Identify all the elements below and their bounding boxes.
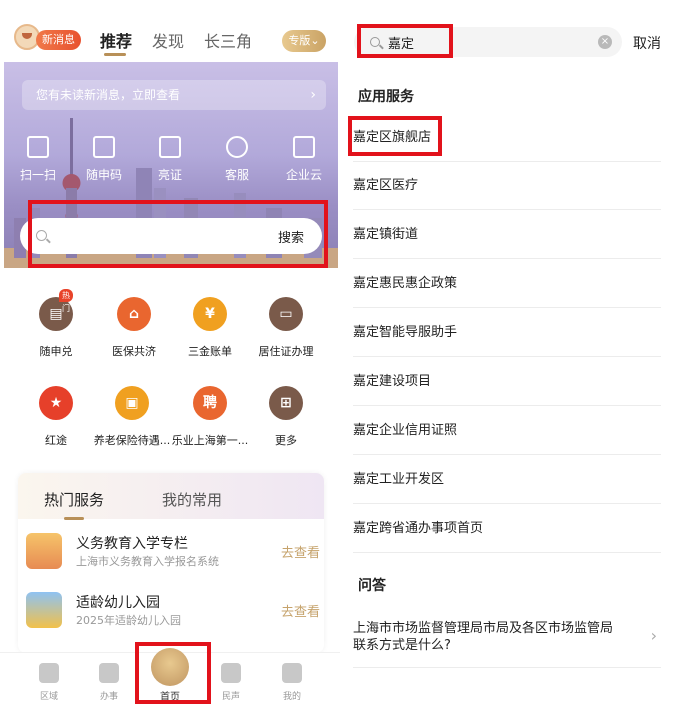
clear-icon[interactable]: × bbox=[598, 35, 612, 49]
service-hongtu[interactable]: ★ 红途 bbox=[16, 386, 96, 448]
suishendui-icon: 热门 ▤ bbox=[39, 289, 73, 331]
search-results-screen: 嘉定 × 取消 应用服务 嘉定区旗舰店 嘉定区医疗 嘉定镇街道 嘉定惠民惠企政策… bbox=[340, 0, 679, 726]
new-message-badge[interactable]: 新消息 bbox=[36, 30, 81, 50]
list-item[interactable]: 适龄幼儿入园 2025年适龄幼儿入园 去查看 bbox=[26, 588, 322, 634]
medical-insurance-icon: ⌂ bbox=[117, 297, 151, 331]
hot-services-card: 热门服务 我的常用 义务教育入学专栏 上海市义务教育入学报名系统 去查看 适龄幼… bbox=[18, 473, 324, 653]
nav-services[interactable]: 办事 bbox=[84, 663, 134, 702]
id-card-icon bbox=[159, 136, 181, 158]
pro-version-button[interactable]: 专版⌄ bbox=[282, 30, 326, 52]
kindergarten-icon bbox=[26, 592, 62, 628]
result-item[interactable]: 嘉定跨省通办事项首页 bbox=[353, 505, 661, 553]
yen-bill-icon: ¥ bbox=[193, 297, 227, 331]
qr-code-icon bbox=[93, 136, 115, 158]
service-residence-permit[interactable]: ▭ 居住证办理 bbox=[246, 297, 326, 359]
cancel-button[interactable]: 取消 bbox=[633, 33, 661, 53]
home-search-input[interactable]: 搜索 bbox=[20, 218, 322, 254]
brush-icon bbox=[99, 663, 119, 683]
school-icon bbox=[26, 533, 62, 569]
home-tower-icon[interactable] bbox=[151, 648, 189, 686]
list-item[interactable]: 义务教育入学专栏 上海市义务教育入学报名系统 去查看 bbox=[26, 529, 322, 575]
quick-customer-service[interactable]: 客服 bbox=[207, 136, 267, 183]
chevron-right-icon: › bbox=[650, 626, 657, 645]
user-icon bbox=[282, 663, 302, 683]
search-input[interactable]: 嘉定 × bbox=[354, 27, 622, 57]
tab-recommend[interactable]: 推荐 bbox=[100, 28, 132, 52]
nav-voice[interactable]: 民声 bbox=[206, 663, 256, 702]
result-item[interactable]: 嘉定建设项目 bbox=[353, 358, 661, 406]
result-item[interactable]: 嘉定区医疗 bbox=[353, 162, 661, 210]
search-button[interactable]: 搜索 bbox=[278, 227, 304, 246]
quick-scan[interactable]: 扫一扫 bbox=[8, 136, 68, 183]
service-three-funds-bill[interactable]: ¥ 三金账单 bbox=[170, 297, 250, 359]
result-item[interactable]: 嘉定惠民惠企政策 bbox=[353, 260, 661, 308]
tab-yangtze-delta[interactable]: 长三角 bbox=[204, 28, 252, 52]
hot-badge: 热门 bbox=[59, 289, 73, 313]
hot-card-header: 热门服务 我的常用 bbox=[18, 473, 324, 520]
star-icon: ★ bbox=[39, 386, 73, 420]
view-link[interactable]: 去查看 bbox=[281, 542, 320, 561]
view-link[interactable]: 去查看 bbox=[281, 601, 320, 620]
unread-notice-text: 您有未读新消息，立即查看 bbox=[36, 88, 181, 102]
headset-icon bbox=[226, 136, 248, 158]
result-item[interactable]: 嘉定区旗舰店 bbox=[353, 114, 661, 162]
tab-discover[interactable]: 发现 bbox=[152, 28, 184, 52]
magnolia-icon bbox=[221, 663, 241, 683]
service-medical-insurance[interactable]: ⌂ 医保共济 bbox=[94, 297, 174, 359]
search-icon bbox=[36, 230, 47, 241]
qa-item[interactable]: 上海市市场监督管理局市局及各区市场监管局联系方式是什么? › bbox=[353, 612, 661, 668]
service-more[interactable]: ⊞ 更多 bbox=[246, 386, 326, 448]
active-tab-indicator bbox=[64, 517, 84, 520]
unread-notice-bar[interactable]: 您有未读新消息，立即查看 › bbox=[22, 80, 326, 110]
search-input-value: 嘉定 bbox=[388, 37, 415, 52]
employment-icon: 聘 bbox=[193, 386, 227, 420]
search-icon bbox=[370, 37, 380, 47]
chevron-right-icon: › bbox=[310, 87, 316, 103]
residence-permit-icon: ▭ bbox=[269, 297, 303, 331]
service-employment[interactable]: 聘 乐业上海第一... bbox=[170, 386, 250, 448]
quick-show-license[interactable]: 亮证 bbox=[140, 136, 200, 183]
region-icon bbox=[39, 663, 59, 683]
home-screen: 新消息 推荐 发现 长三角 专版⌄ 您有未读新消息，立即查看 › 扫一扫 随申码… bbox=[0, 0, 340, 726]
nav-me[interactable]: 我的 bbox=[267, 663, 317, 702]
pension-icon: ▣ bbox=[115, 386, 149, 420]
nav-region[interactable]: 区域 bbox=[24, 663, 74, 702]
active-tab-indicator bbox=[104, 53, 126, 56]
scan-icon bbox=[27, 136, 49, 158]
result-item[interactable]: 嘉定企业信用证照 bbox=[353, 407, 661, 455]
service-suishendui[interactable]: 热门 ▤ 随申兑 bbox=[16, 289, 96, 359]
result-item[interactable]: 嘉定镇街道 bbox=[353, 211, 661, 259]
section-title-apps: 应用服务 bbox=[358, 89, 414, 105]
nav-home-label[interactable]: 首页 bbox=[160, 688, 180, 703]
result-item[interactable]: 嘉定工业开发区 bbox=[353, 456, 661, 504]
quick-suishen-code[interactable]: 随申码 bbox=[74, 136, 134, 183]
building-icon bbox=[293, 136, 315, 158]
tab-my-frequent[interactable]: 我的常用 bbox=[162, 489, 222, 510]
quick-enterprise-cloud[interactable]: 企业云 bbox=[274, 136, 334, 183]
top-bar: 新消息 推荐 发现 长三角 专版⌄ bbox=[0, 0, 340, 62]
tab-hot-services[interactable]: 热门服务 bbox=[44, 489, 104, 510]
service-pension[interactable]: ▣ 养老保险待遇... bbox=[92, 386, 172, 448]
result-item[interactable]: 嘉定智能导服助手 bbox=[353, 309, 661, 357]
section-title-qa: 问答 bbox=[358, 578, 386, 594]
more-grid-icon: ⊞ bbox=[269, 386, 303, 420]
